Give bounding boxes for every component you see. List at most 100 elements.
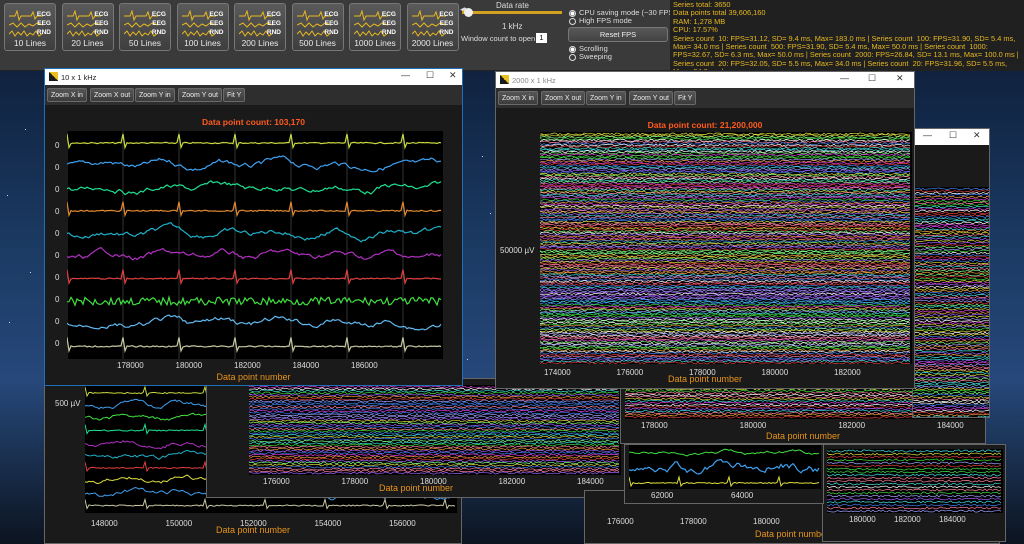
signal-trace xyxy=(540,271,911,275)
radio-icon xyxy=(569,17,576,25)
preset-button-5[interactable]: ECG EEG RND 200 Lines xyxy=(234,3,286,51)
plot-area[interactable] xyxy=(540,132,912,364)
signal-trace xyxy=(913,371,989,375)
zoom-button-zoom-y-out[interactable]: Zoom Y out xyxy=(178,88,222,102)
window-count-label: Window count to open xyxy=(461,34,536,43)
preset-label: 100 Lines xyxy=(184,38,221,48)
signal-trace xyxy=(540,218,911,222)
chart-window-10-lines[interactable]: 10 x 1 kHz — ☐ ✕ Zoom X in Zoom X out Zoom… xyxy=(44,68,463,386)
signal-trace xyxy=(913,311,989,315)
y-axis-tick-label: 50000 µV xyxy=(500,246,535,255)
signal-trace xyxy=(249,425,620,429)
tag-ecg: ECG xyxy=(94,11,109,18)
zoom-button-zoom-y-in[interactable]: Zoom Y in xyxy=(135,88,175,102)
signal-trace xyxy=(249,395,620,399)
background-window-d[interactable]: 62000 64000 xyxy=(624,444,824,504)
signal-trace xyxy=(249,433,620,437)
signal-trace xyxy=(913,243,989,247)
signal-trace xyxy=(913,301,989,305)
star xyxy=(467,359,469,361)
signal-trace xyxy=(913,293,989,297)
background-window-f[interactable]: 180000 182000 184000 xyxy=(822,444,1006,542)
signal-trace xyxy=(540,212,911,216)
point-count-title: Data point count: 21,200,000 xyxy=(647,120,763,130)
tag-eeg: EEG xyxy=(209,20,224,27)
signal-trace xyxy=(913,325,989,329)
reset-fps-button[interactable]: Reset FPS xyxy=(568,27,668,42)
zoom-button-zoom-x-out[interactable]: Zoom X out xyxy=(90,88,135,102)
signal-trace xyxy=(249,445,620,449)
signal-trace xyxy=(249,471,620,475)
maximize-icon[interactable]: ☐ xyxy=(868,73,876,84)
mode-sweeping[interactable]: Sweeping xyxy=(569,52,612,61)
title-bar: 2000 x 1 kHz — ☐ ✕ xyxy=(496,72,914,88)
zoom-button-fit-y[interactable]: Fit Y xyxy=(223,88,246,102)
app-icon xyxy=(500,75,509,84)
signal-trace xyxy=(249,423,620,427)
signal-trace xyxy=(249,441,620,445)
tag-eeg: EEG xyxy=(439,20,454,27)
signal-trace xyxy=(249,419,620,423)
minimize-icon[interactable]: — xyxy=(840,73,849,83)
tag-eeg: EEG xyxy=(324,20,339,27)
zoom-button-fit-y[interactable]: Fit Y xyxy=(674,91,697,105)
signal-trace xyxy=(249,421,620,425)
zoom-button-zoom-y-out[interactable]: Zoom Y out xyxy=(629,91,673,105)
signal-trace xyxy=(827,449,1002,453)
preset-button-8[interactable]: ECG EEG RND 2000 Lines xyxy=(406,3,459,51)
plot-area[interactable] xyxy=(67,131,443,359)
signal-trace xyxy=(249,415,619,419)
signal-trace xyxy=(540,177,911,181)
zoom-button-zoom-x-in[interactable]: Zoom X in xyxy=(47,88,87,102)
signal-trace xyxy=(913,337,989,341)
close-icon[interactable]: ✕ xyxy=(449,70,457,81)
preset-button-2[interactable]: ECG EEG RND 20 Lines xyxy=(61,3,114,51)
preset-label: 50 Lines xyxy=(128,38,162,48)
maximize-icon[interactable]: ☐ xyxy=(426,70,434,81)
y-axis-tick-label: 0 xyxy=(55,295,60,304)
data-rate-title: Data rate xyxy=(496,1,529,10)
y-axis-tick-label: 0 xyxy=(55,229,60,238)
signal-trace xyxy=(913,375,989,379)
signal-trace xyxy=(827,473,1002,477)
preset-button-1[interactable]: ECG EEG RND 10 Lines xyxy=(4,3,56,51)
title-bar: — ☐ ✕ xyxy=(913,129,989,145)
signal-trace xyxy=(913,283,989,287)
window-count-input[interactable]: 1 xyxy=(536,33,547,43)
zoom-button-zoom-x-out[interactable]: Zoom X out xyxy=(541,91,586,105)
window-title: 2000 x 1 kHz xyxy=(512,76,556,85)
preset-button-4[interactable]: ECG EEG RND 100 Lines xyxy=(176,3,229,51)
signal-trace xyxy=(913,359,989,363)
preset-button-7[interactable]: ECG EEG RND 1000 Lines xyxy=(349,3,401,51)
preset-button-6[interactable]: ECG EEG RND 500 Lines xyxy=(291,3,344,51)
data-rate-slider-handle[interactable] xyxy=(464,8,473,17)
zoom-button-zoom-y-in[interactable]: Zoom Y in xyxy=(586,91,626,105)
signal-trace xyxy=(913,323,989,327)
signal-trace xyxy=(913,247,989,251)
signal-trace xyxy=(913,349,989,353)
close-icon[interactable]: ✕ xyxy=(896,73,904,84)
signal-trace xyxy=(913,285,989,289)
background-window-g[interactable]: — ☐ ✕ xyxy=(912,128,990,418)
minimize-icon[interactable]: — xyxy=(401,70,410,80)
signal-trace xyxy=(249,449,620,453)
data-rate-slider[interactable] xyxy=(462,11,562,14)
background-window-b[interactable]: 176000 178000 180000 182000 184000 Data poin… xyxy=(206,378,626,498)
signal-trace xyxy=(540,353,911,357)
signal-trace xyxy=(540,327,911,331)
y-axis-tick-label: 0 xyxy=(55,251,60,260)
signal-trace xyxy=(913,403,989,407)
tag-ecg: ECG xyxy=(151,11,166,18)
signal-trace xyxy=(913,277,989,281)
signal-trace xyxy=(249,455,620,459)
preset-button-3[interactable]: ECG EEG RND 50 Lines xyxy=(119,3,171,51)
zoom-toolbar: Zoom X in Zoom X out Zoom Y in Zoom Y out Fi… xyxy=(496,88,914,108)
signal-trace xyxy=(540,343,911,347)
chart-window-2000-lines[interactable]: 2000 x 1 kHz — ☐ ✕ Zoom X in Zoom X out Zo… xyxy=(495,71,915,389)
tag-eeg: EEG xyxy=(94,20,109,27)
zoom-button-zoom-x-in[interactable]: Zoom X in xyxy=(498,91,538,105)
fps-mode-high[interactable]: High FPS mode xyxy=(569,16,632,25)
tag-ecg: ECG xyxy=(209,11,224,18)
signal-trace xyxy=(540,358,911,362)
x-axis-title: Data point number xyxy=(215,525,291,535)
